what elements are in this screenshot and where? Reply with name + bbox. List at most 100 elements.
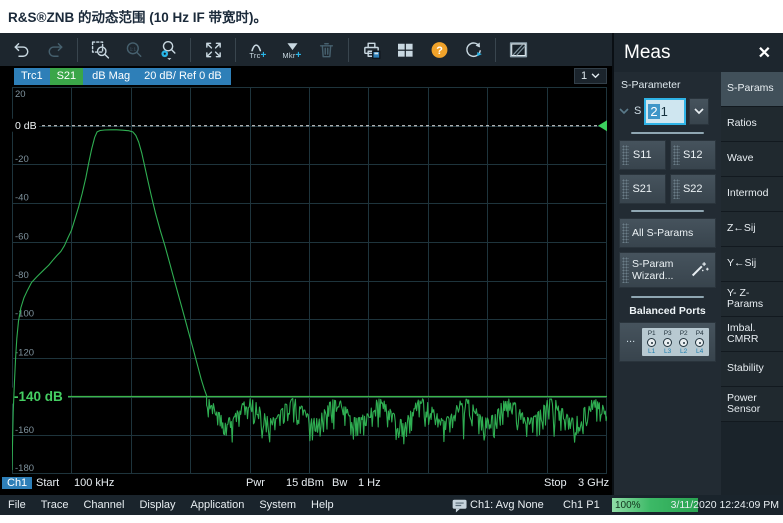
add-trace-button[interactable]: Trc+ bbox=[243, 35, 273, 65]
bw-value[interactable]: 1 Hz bbox=[358, 477, 381, 489]
toolbar-group: ? bbox=[354, 35, 490, 65]
sparam-button-s11[interactable]: S11 bbox=[619, 140, 666, 170]
sparam-wizard-label: S-Param Wizard... bbox=[632, 258, 688, 282]
trace-param-badge[interactable]: S21 bbox=[50, 68, 84, 85]
port-connector: P2L2 bbox=[679, 330, 688, 355]
toolbar-separator bbox=[77, 38, 78, 62]
delete-button[interactable] bbox=[311, 35, 341, 65]
expand-icon bbox=[202, 40, 225, 60]
ellipsis-label: ... bbox=[626, 333, 635, 345]
toolbar-button-label: Mkr+ bbox=[282, 52, 301, 59]
sparam-button-s22[interactable]: S22 bbox=[670, 174, 717, 204]
tab-s-params[interactable]: S-Params bbox=[721, 72, 783, 106]
page: R&S®ZNB 的动态范围 (10 Hz IF 带宽时)。 1:1Trc+Mkr… bbox=[0, 0, 783, 523]
help-button[interactable]: ? bbox=[424, 35, 454, 65]
tab-z-sij[interactable]: Z←Sij bbox=[721, 212, 783, 246]
toolbar-separator bbox=[190, 38, 191, 62]
tab-intermod[interactable]: Intermod bbox=[721, 177, 783, 211]
sparam-wizard-button[interactable]: S-Param Wizard... bbox=[619, 252, 716, 288]
trace-name-badge[interactable]: Trc1 bbox=[14, 68, 50, 85]
chevron-down-icon bbox=[591, 73, 600, 79]
toolbar-group: 1:1 bbox=[83, 35, 185, 65]
undo-icon bbox=[10, 40, 33, 60]
toolbar-separator bbox=[235, 38, 236, 62]
sparams-section: S-Parameter S 2 1 S11S12S21S22 All S-Par… bbox=[614, 72, 721, 495]
ref-level-marker-icon bbox=[598, 120, 607, 131]
start-label: Start bbox=[36, 477, 59, 489]
toolbar-button-label: Trc+ bbox=[249, 52, 266, 59]
tab-power-sensor[interactable]: Power Sensor bbox=[721, 387, 783, 421]
tab-strip-filler bbox=[721, 422, 783, 495]
start-value[interactable]: 100 kHz bbox=[74, 477, 114, 489]
svg-text:-120: -120 bbox=[15, 347, 34, 358]
menu-trace[interactable]: Trace bbox=[41, 499, 69, 511]
chevron-down-icon[interactable] bbox=[619, 108, 629, 115]
plot-area[interactable]: 20-20-40-60-80-100-120-160-1800 dB-140 d… bbox=[12, 87, 607, 474]
stop-value[interactable]: 3 GHz bbox=[578, 477, 609, 489]
sparam-input[interactable]: 2 1 bbox=[644, 98, 686, 125]
menu-file[interactable]: File bbox=[8, 499, 26, 511]
svg-text:-40: -40 bbox=[15, 193, 29, 204]
toolbar-group bbox=[196, 35, 230, 65]
close-icon[interactable]: ✕ bbox=[758, 43, 771, 63]
svg-text:-20: -20 bbox=[15, 154, 29, 165]
display-icon bbox=[507, 40, 530, 60]
menu-system[interactable]: System bbox=[259, 499, 296, 511]
sparam-button-s21[interactable]: S21 bbox=[619, 174, 666, 204]
windows-button[interactable] bbox=[390, 35, 420, 65]
channel-port-status: Ch1 P1 bbox=[563, 495, 600, 515]
connector-icon bbox=[647, 338, 656, 347]
pwr-label: Pwr bbox=[246, 477, 265, 489]
zoom-select-button[interactable] bbox=[85, 35, 115, 65]
diagram-number-dropdown[interactable]: 1 bbox=[574, 68, 607, 84]
tab-wave[interactable]: Wave bbox=[721, 142, 783, 176]
tab-y-z-params[interactable]: Y- Z-Params bbox=[721, 282, 783, 316]
connector-icon bbox=[663, 338, 672, 347]
sparam-prefix: S bbox=[634, 105, 641, 117]
zoom-config-icon bbox=[157, 40, 180, 60]
sparam-dropdown-button[interactable] bbox=[689, 98, 709, 125]
toolbar-separator bbox=[495, 38, 496, 62]
zoom-1to1-icon: 1:1 bbox=[123, 40, 146, 60]
all-sparams-button[interactable]: All S-Params bbox=[619, 218, 716, 248]
menu-display[interactable]: Display bbox=[139, 499, 175, 511]
diagram-number: 1 bbox=[581, 70, 587, 82]
menu-channel[interactable]: Channel bbox=[83, 499, 124, 511]
refresh-icon bbox=[462, 40, 485, 60]
help-icon: ? bbox=[428, 40, 451, 60]
undo-button[interactable] bbox=[6, 35, 36, 65]
tab-y-sij[interactable]: Y←Sij bbox=[721, 247, 783, 281]
add-marker-button[interactable]: Mkr+ bbox=[277, 35, 307, 65]
wand-icon bbox=[689, 259, 711, 281]
tab-imbal-cmrr[interactable]: Imbal. CMRR bbox=[721, 317, 783, 351]
sparam-button-s12[interactable]: S12 bbox=[670, 140, 717, 170]
message-icon[interactable] bbox=[451, 495, 469, 515]
balanced-ports-label: Balanced Ports bbox=[619, 305, 716, 317]
zoom-config-button[interactable] bbox=[153, 35, 183, 65]
channel-badge[interactable]: Ch1 bbox=[2, 477, 32, 489]
menu-application[interactable]: Application bbox=[191, 499, 245, 511]
connector-icon bbox=[679, 338, 688, 347]
balanced-ports-button[interactable]: ... P1L1P3L3P2L2P4L4 bbox=[619, 322, 716, 362]
toolbar-group bbox=[501, 35, 535, 65]
separator bbox=[631, 210, 704, 212]
printer-icon bbox=[360, 40, 383, 60]
svg-text:0 dB: 0 dB bbox=[15, 120, 37, 132]
print-button[interactable] bbox=[356, 35, 386, 65]
tab-stability[interactable]: Stability bbox=[721, 352, 783, 386]
trace-format: dB Mag bbox=[92, 69, 130, 84]
svg-text:-80: -80 bbox=[15, 270, 29, 281]
trace-header: Trc1 S21 dB Mag 20 dB/ Ref 0 dB bbox=[14, 68, 231, 85]
menu-help[interactable]: Help bbox=[311, 499, 334, 511]
meas-panel-header: Meas ✕ bbox=[612, 33, 783, 72]
zoom-1to1-button[interactable]: 1:1 bbox=[119, 35, 149, 65]
screenshot-button[interactable] bbox=[503, 35, 533, 65]
tab-ratios[interactable]: Ratios bbox=[721, 107, 783, 141]
svg-text:1:1: 1:1 bbox=[129, 46, 136, 51]
redo-button[interactable] bbox=[40, 35, 70, 65]
sync-button[interactable] bbox=[458, 35, 488, 65]
pwr-value[interactable]: 15 dBm bbox=[286, 477, 324, 489]
expand-button[interactable] bbox=[198, 35, 228, 65]
trace-format-scale[interactable]: dB Mag 20 dB/ Ref 0 dB bbox=[83, 68, 231, 85]
sparam-button-grid: S11S12S21S22 bbox=[619, 140, 716, 204]
